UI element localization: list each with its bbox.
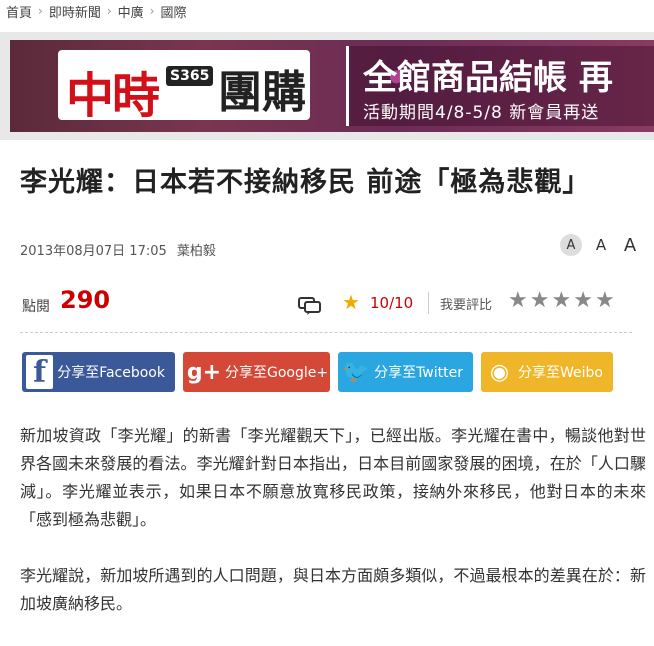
share-buttons: f 分享至Facebook g+ 分享至Google+ 🐦 分享至Twitter… [22,352,613,392]
article-date: 2013年08月07日 17:05 [20,244,167,259]
rate-star-5-icon[interactable]: ★ [595,288,615,313]
twitter-icon: 🐦 [342,359,370,385]
views-count: 290 [60,286,111,314]
article-paragraph: 新加坡資政「李光耀」的新書「李光耀觀天下」，已經出版。李光耀在書中，暢談他對世界… [20,426,646,529]
font-size-controls: A A A [560,234,640,256]
rate-star-2-icon[interactable]: ★ [530,288,550,313]
promo-box: 全館商品結帳 再 活動期間4/8-5/8 新會員再送 [346,46,654,126]
views-label: 點閱 [22,299,50,315]
chevron-right-icon: › [106,4,112,18]
rating-score: 10/10 [370,294,414,312]
share-google-button[interactable]: g+ 分享至Google+ [183,352,330,392]
group-buy-logo: 中時 S365 團購 [58,50,310,124]
share-weibo-label: 分享至Weibo [518,365,603,381]
logo-text-part2: 團購 [218,67,306,118]
breadcrumb-international[interactable]: 國際 [160,2,186,21]
share-twitter-label: 分享至Twitter [374,365,463,381]
rate-stars: ★ ★ ★ ★ ★ [508,288,615,313]
article-meta: 2013年08月07日 17:05 葉柏毅 [20,240,216,259]
rate-label: 我要評比 [440,298,493,313]
logo-text-part1: 中時 [66,68,160,124]
breadcrumb-home[interactable]: 首頁 [6,2,32,21]
promo-title: 全館商品結帳 再 [363,58,613,98]
rate-star-1-icon[interactable]: ★ [508,288,528,313]
ad-banner[interactable]: 中時 S365 團購 全館商品結帳 再 活動期間4/8-5/8 新會員再送 [0,32,654,140]
share-facebook-label: 分享至Facebook [57,365,165,381]
facebook-icon: f [26,355,54,390]
weibo-icon: ◉ [489,359,510,385]
font-size-medium-button[interactable]: A [592,236,610,254]
font-size-large-button[interactable]: A [620,235,640,256]
breadcrumb: 首頁 › 即時新聞 › 中廣 › 國際 [6,0,187,22]
comment-icon[interactable] [298,296,322,316]
article-headline: 李光耀：日本若不接納移民 前途「極為悲觀」 [20,167,591,198]
breadcrumb-bcc[interactable]: 中廣 [118,2,144,21]
stats-row: 點閱 290 ★ 10/10 我要評比 ★ ★ ★ ★ ★ [20,286,632,333]
share-facebook-button[interactable]: f 分享至Facebook [22,352,175,392]
score-star-icon: ★ [342,290,360,314]
article-body: 新加坡資政「李光耀」的新書「李光耀觀天下」，已經出版。李光耀在書中，暢談他對世界… [20,422,646,646]
share-twitter-button[interactable]: 🐦 分享至Twitter [338,352,473,392]
chevron-right-icon: › [149,4,155,18]
article-author[interactable]: 葉柏毅 [177,244,216,259]
divider [428,292,429,314]
breadcrumb-realtime-news[interactable]: 即時新聞 [49,2,101,21]
logo-badge: S365 [166,66,214,86]
chevron-right-icon: › [38,4,43,18]
share-google-label: 分享至Google+ [225,365,329,381]
rate-star-3-icon[interactable]: ★ [551,288,571,313]
share-weibo-button[interactable]: ◉ 分享至Weibo [481,352,613,392]
article-paragraph: 李光耀說，新加坡所遇到的人口問題，與日本方面頗多類似，不過最根本的差異在於：新加… [20,566,646,613]
rate-star-4-icon[interactable]: ★ [573,288,593,313]
google-plus-icon: g+ [186,359,222,385]
promo-subtitle: 活動期間4/8-5/8 新會員再送 [363,103,600,123]
ad-banner-image[interactable]: 中時 S365 團購 全館商品結帳 再 活動期間4/8-5/8 新會員再送 [10,40,654,132]
font-size-small-button[interactable]: A [560,234,582,256]
